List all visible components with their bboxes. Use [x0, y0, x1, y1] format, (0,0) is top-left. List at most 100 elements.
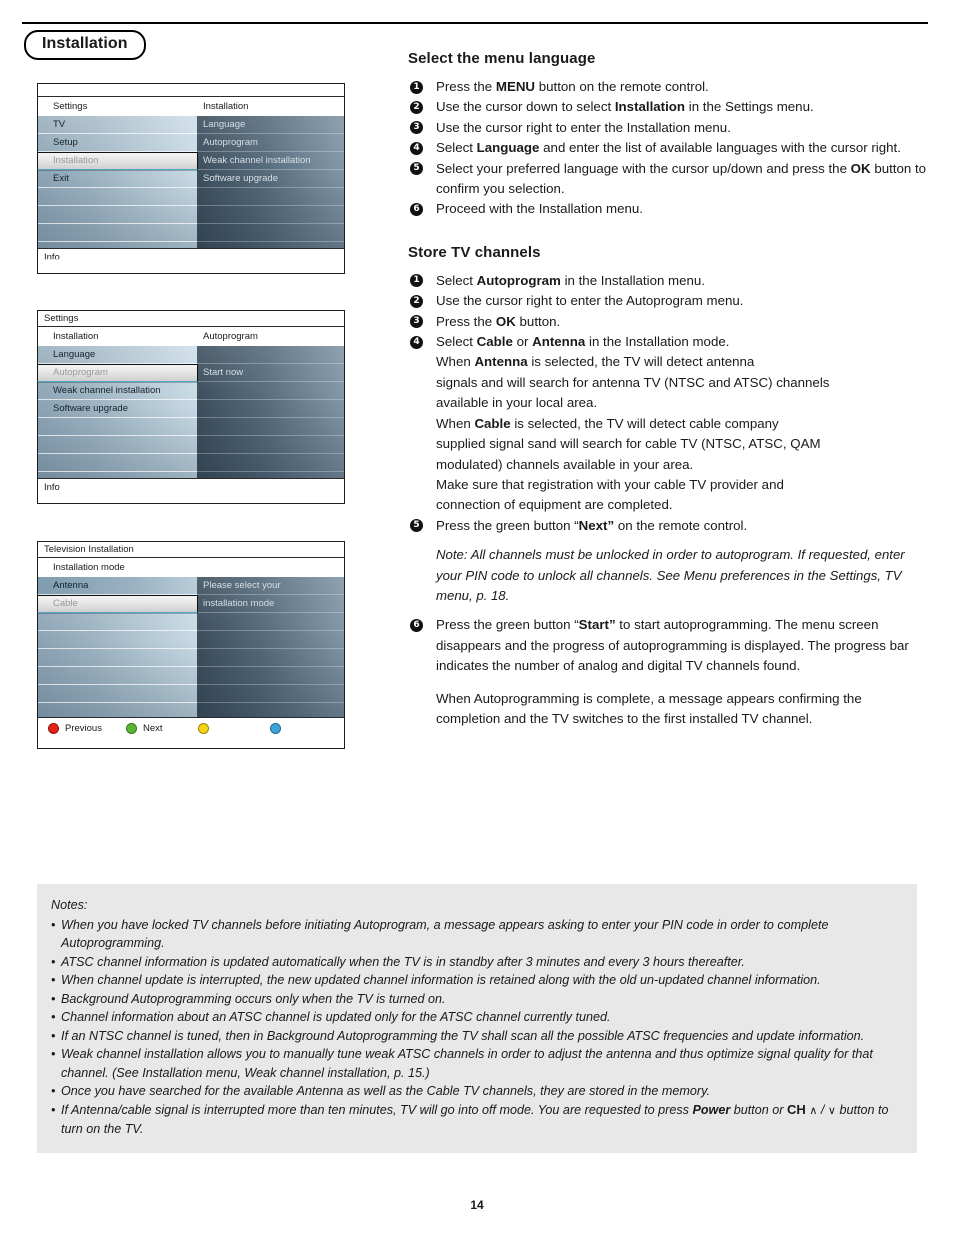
- menu-right-pane: Start now: [197, 346, 344, 478]
- bullet-icon: •: [51, 1010, 56, 1024]
- step-number-badge: 3: [410, 315, 423, 329]
- step-number-badge: 6: [410, 618, 423, 632]
- column-header-right: Autoprogram: [203, 331, 258, 342]
- note-item: • ATSC channel information is updated aut…: [51, 953, 903, 972]
- bullet-icon: •: [51, 1102, 56, 1117]
- menu-right-pane: Please select your installation mode: [197, 577, 344, 717]
- step-item: 6 Press the green button “Start” to start…: [408, 615, 928, 729]
- step-item: 1 Select Autoprogram in the Installation …: [408, 271, 928, 291]
- section-heading-2: Store TV channels: [408, 243, 541, 261]
- step-item: 5 Select your preferred language with the…: [408, 159, 928, 200]
- bullet-icon: •: [51, 973, 56, 987]
- menu-item-language[interactable]: Language: [197, 116, 344, 134]
- emphasis-text: Start”: [578, 617, 616, 633]
- step-number-badge: 3: [410, 121, 423, 135]
- menu-info-pad: [38, 495, 344, 503]
- menu-row-empty: [197, 242, 344, 260]
- menu-info-bar: Info: [38, 478, 344, 495]
- menu-row-empty: [38, 631, 197, 649]
- menu-body: TV Setup Installation Exit Language Autoprog…: [37, 116, 344, 260]
- body-text: Select your preferred language with the …: [436, 160, 851, 176]
- red-button-label: Previous: [65, 723, 102, 734]
- settings-installation-menu: Settings Installation TV Setup Installation E…: [37, 83, 345, 274]
- menu-item-language[interactable]: Language: [38, 346, 197, 364]
- note-text: Once you have searched for the available…: [61, 1084, 710, 1098]
- page-title: Installation: [24, 30, 146, 60]
- note-text: If an NTSC channel is tuned, then in Bac…: [61, 1028, 865, 1043]
- menu-item-weak-channel-installation[interactable]: Weak channel installation: [197, 152, 344, 170]
- body-text: in the Installation menu.: [560, 272, 706, 288]
- menu-colorbar-pad: [38, 739, 344, 748]
- menu-item-software-upgrade[interactable]: Software upgrade: [197, 170, 344, 188]
- bullet-icon: •: [51, 1084, 56, 1098]
- menu-item-please-select-your[interactable]: Please select your: [197, 577, 344, 595]
- body-text: Proceed with the Installation menu.: [436, 201, 643, 217]
- menu-item-autoprogram[interactable]: Autoprogram: [197, 134, 344, 152]
- body-text: Use the cursor right to enter the Instal…: [436, 119, 731, 135]
- menu-item-weak-channel-installation[interactable]: Weak channel installation: [38, 382, 197, 400]
- note-item: • Background Autoprogramming occurs only …: [51, 990, 903, 1009]
- body-text: button on the remote control.: [535, 79, 709, 94]
- emphasis-text: Next”: [578, 517, 615, 533]
- menu-left-pane: Language Autoprogram Weak channel installa…: [37, 346, 198, 478]
- menu-left-pane: Antenna Cable: [37, 577, 198, 717]
- step-list-2: 1 Select Autoprogram in the Installation …: [408, 271, 928, 536]
- menu-row-empty: [38, 685, 197, 703]
- bullet-icon: •: [51, 1047, 56, 1061]
- step-number-badge: 4: [410, 335, 423, 349]
- menu-item-start-now[interactable]: Start now: [197, 364, 344, 382]
- menu-row-empty: [197, 224, 344, 242]
- body-text: connection of equipment are completed.: [436, 497, 673, 513]
- yellow-button[interactable]: [198, 723, 209, 734]
- menu-row-empty: [38, 242, 197, 260]
- step-number-badge: 2: [410, 100, 423, 114]
- red-button[interactable]: Previous: [48, 723, 102, 734]
- autoprogram-menu: Settings Installation Autoprogram Language A…: [37, 310, 345, 504]
- green-button-label: Next: [143, 723, 163, 734]
- notes-title: Notes:: [51, 898, 88, 912]
- note-text: ATSC channel information is updated auto…: [61, 954, 745, 969]
- body-text: Use the cursor right to enter the Autopr…: [436, 293, 744, 309]
- menu-item-cable[interactable]: Cable: [37, 595, 198, 613]
- menu-row-empty: [38, 224, 197, 242]
- green-button[interactable]: Next: [126, 723, 163, 734]
- bullet-icon: •: [51, 991, 56, 1006]
- body-text: When: [436, 415, 475, 431]
- menu-row-empty: [197, 685, 344, 703]
- section-heading-1: Select the menu language: [408, 50, 596, 67]
- blue-button[interactable]: [270, 723, 281, 734]
- menu-item-tv[interactable]: TV: [38, 116, 197, 134]
- menu-body: Antenna Cable Please select your installat…: [37, 577, 344, 717]
- step-item: 4 Select Language and enter the list of a…: [408, 138, 928, 158]
- note-text: Channel information about an ATSC channe…: [61, 1010, 611, 1024]
- menu-row-empty: [38, 454, 197, 472]
- body-text: Select: [436, 140, 477, 156]
- step-number-badge: 1: [410, 80, 423, 94]
- menu-title-row: Television Installation: [38, 542, 344, 558]
- step-number-badge: 5: [410, 162, 423, 176]
- menu-item-software-upgrade[interactable]: Software upgrade: [38, 400, 197, 418]
- menu-item-installation[interactable]: Installation: [37, 152, 198, 170]
- menu-item-autoprogram[interactable]: Autoprogram: [37, 364, 198, 382]
- step-item: 3 Press the OK button.: [408, 312, 928, 332]
- note-item: • If an NTSC channel is tuned, then in Ba…: [51, 1027, 903, 1046]
- note-item: • Channel information about an ATSC chann…: [51, 1008, 903, 1027]
- menu-item-exit[interactable]: Exit: [38, 170, 197, 188]
- menu-item-setup[interactable]: Setup: [38, 134, 197, 152]
- step-list-1: 1 Press the MENU button on the remote con…: [408, 77, 928, 220]
- note-text: When channel update is interrupted, the …: [61, 973, 821, 987]
- blue-button-dot-icon: [270, 723, 281, 734]
- menu-row-empty: [197, 382, 344, 400]
- body-text: When: [436, 354, 475, 370]
- step-item: 5 Press the green button “Next” on the re…: [408, 516, 928, 536]
- step-list-2-cont: 6 Press the green button “Start” to start…: [408, 615, 928, 729]
- body-text: in the Settings menu.: [685, 99, 814, 115]
- emphasis-text: OK: [850, 160, 871, 176]
- menu-row-empty: [197, 667, 344, 685]
- menu-left-pane: TV Setup Installation Exit: [37, 116, 198, 260]
- menu-item-installation-mode[interactable]: installation mode: [197, 595, 344, 613]
- note-text: button or: [730, 1102, 787, 1117]
- menu-item-antenna[interactable]: Antenna: [38, 577, 197, 595]
- note-item: • Once you have searched for the availabl…: [51, 1082, 903, 1101]
